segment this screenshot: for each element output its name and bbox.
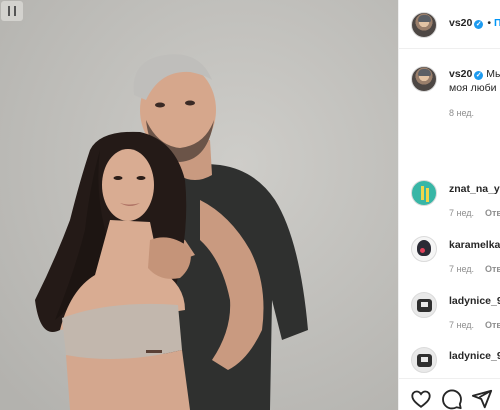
comment-username[interactable]: ladynice_9 (449, 350, 500, 362)
comment-timestamp[interactable]: 7 нед. (449, 264, 474, 274)
caption-avatar[interactable] (411, 66, 437, 92)
dot-separator: • (487, 17, 492, 29)
comment-timestamp[interactable]: 7 нед. (449, 320, 474, 330)
heart-icon (411, 390, 431, 408)
post-side-panel: vs20 ✓ • П vs20 ✓ Мы моя люби 8 нед. znat_na… (398, 0, 500, 410)
like-button[interactable] (410, 388, 432, 410)
caption-text-line2: моя люби (449, 82, 497, 94)
caption-username-text[interactable]: vs20 (449, 68, 472, 80)
comment-button[interactable] (441, 388, 463, 410)
author-username[interactable]: vs20 ✓ • П (449, 17, 500, 29)
actions-divider (399, 378, 500, 379)
comment-timestamp[interactable]: 7 нед. (449, 208, 474, 218)
comment-avatar[interactable] (411, 292, 437, 318)
header-divider (399, 48, 500, 49)
share-button[interactable] (471, 388, 493, 410)
author-avatar[interactable] (411, 12, 437, 38)
verified-badge-icon: ✓ (474, 20, 484, 29)
reply-button[interactable]: Отв (485, 264, 500, 274)
comment-icon (442, 389, 462, 410)
comment-username[interactable]: karamelka (449, 239, 500, 251)
media-control-button[interactable] (1, 1, 23, 21)
verified-badge-icon: ✓ (474, 71, 484, 80)
comment-avatar[interactable] (411, 180, 437, 206)
post-photo-illustration (0, 0, 398, 410)
follow-link[interactable]: П (494, 17, 500, 29)
caption-text-line1: Мы (486, 68, 500, 80)
control-bar-icon (8, 6, 10, 16)
comment-username[interactable]: ladynice_9 (449, 295, 500, 307)
author-username-text[interactable]: vs20 (449, 17, 472, 29)
reply-button[interactable]: Отв (485, 208, 500, 218)
post-photo[interactable] (0, 0, 398, 410)
caption-timestamp[interactable]: 8 нед. (449, 108, 474, 118)
comment-avatar[interactable] (411, 236, 437, 262)
comment-avatar[interactable] (411, 347, 437, 373)
caption-username[interactable]: vs20 ✓ Мы (449, 68, 500, 80)
share-icon (471, 389, 493, 409)
comment-username[interactable]: znat_na_ya (449, 183, 500, 195)
reply-button[interactable]: Отв (485, 320, 500, 330)
control-bar-icon (14, 6, 16, 16)
